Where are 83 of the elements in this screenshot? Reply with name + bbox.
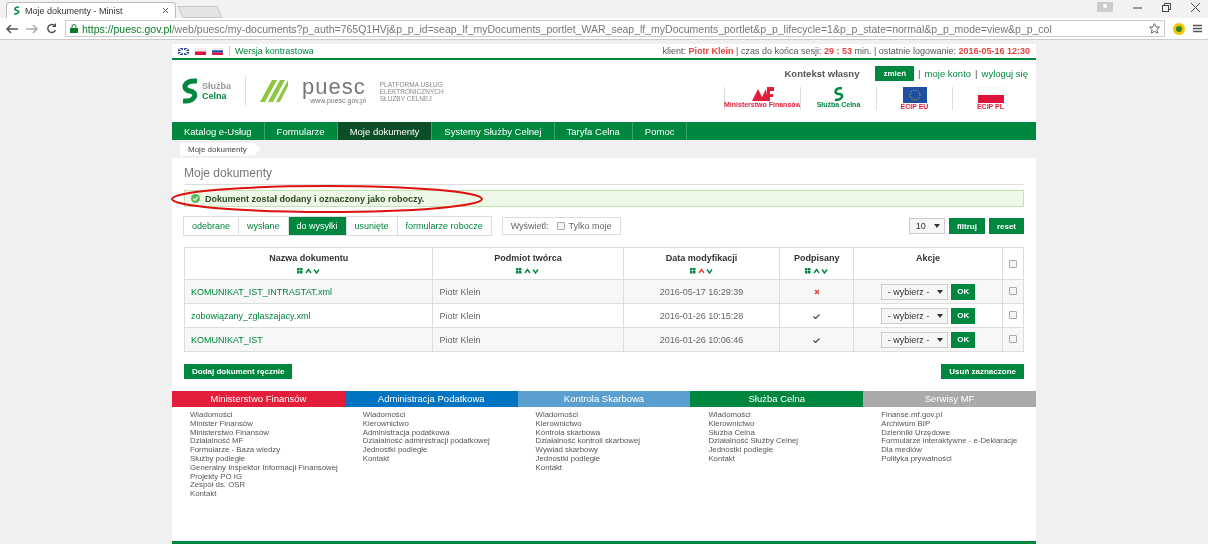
add-document-button[interactable]: Dodaj dokument ręcznie (184, 364, 293, 379)
menu-icon[interactable] (1193, 24, 1202, 33)
filter-button[interactable]: filtruj (948, 218, 985, 234)
filter-tab[interactable]: odebrane (183, 216, 240, 236)
table-cell: 2016-05-17 16:29:39 (659, 286, 744, 297)
caret-icon (937, 289, 944, 294)
separator: | (918, 68, 921, 79)
flag-icon (977, 87, 1004, 103)
url-text: https://puesc.gov.pl/web/puesc/my-documents?p_auth=765Q1HVj&p_p_id=seap_lf_myDocuments_portlet_WAR_seap_lf_myDocuments_portlet&p_p_lifecycle=1&p_p_state=normal&p_p_mode=view&p_p_col (82, 22, 1052, 35)
stripes-logo-icon (260, 80, 288, 102)
ok-button[interactable]: OK (951, 283, 976, 300)
caret-icon (937, 337, 944, 342)
row-checkbox[interactable] (1009, 310, 1017, 319)
logo-text: Służba Celna (202, 81, 231, 101)
nav-item[interactable]: Moje dokumenty (337, 122, 433, 140)
footer-heading[interactable]: Służba Celna (690, 391, 864, 407)
restore-icon[interactable] (1162, 2, 1171, 12)
action-select[interactable]: - wybierz - (880, 331, 949, 348)
close-icon[interactable] (162, 7, 169, 14)
checkbox-label: Tylko moje (568, 221, 612, 231)
flag-icon[interactable] (195, 47, 206, 55)
account-link[interactable]: moje konto (924, 68, 972, 79)
filter-tab[interactable]: formularze robocze (396, 216, 492, 236)
select-all-checkbox[interactable] (1009, 259, 1017, 268)
row-checkbox[interactable] (1009, 334, 1017, 343)
sort-icon[interactable] (804, 268, 829, 274)
ok-button[interactable]: OK (951, 331, 976, 348)
sort-icon[interactable] (296, 268, 321, 274)
reload-icon[interactable] (46, 23, 57, 34)
table-cell: 2016-01-26 10:15:28 (659, 310, 744, 321)
back-icon[interactable] (6, 23, 18, 34)
column-header: Data modyfikacji (664, 253, 739, 263)
column-header: Nazwa dokumentu (268, 253, 350, 263)
breadcrumb-item[interactable]: Moje dokumenty (180, 142, 261, 156)
column-header: Podmiot twórca (493, 253, 563, 263)
filter-tab[interactable]: usunięte (345, 216, 398, 236)
logo-icon (751, 87, 774, 101)
ok-button[interactable]: OK (951, 307, 976, 324)
star-icon[interactable] (1149, 23, 1160, 34)
contrast-link[interactable]: Wersja kontrastowa (229, 46, 314, 56)
logo-icon (13, 6, 21, 15)
close-icon[interactable] (1191, 2, 1200, 12)
sort-icon[interactable] (516, 268, 541, 274)
footer-heading[interactable]: Administracja Podatkowa (344, 391, 518, 407)
sort-icon[interactable] (689, 268, 714, 274)
lock-icon (70, 24, 78, 33)
check-circle-icon (191, 194, 200, 203)
flag-icon (902, 87, 927, 103)
action-select[interactable]: - wybierz - (880, 283, 949, 300)
caret-icon (933, 224, 940, 228)
filter-tab[interactable]: wysłane (238, 216, 289, 236)
browser-tab[interactable]: Moje dokumenty - Minist (6, 2, 176, 18)
table-cell: 2016-01-26 10:06:46 (659, 334, 744, 345)
logo-icon (831, 87, 846, 101)
reset-button[interactable]: reset (988, 218, 1024, 234)
table-cell: Piotr Klein (439, 286, 481, 297)
session-info: klient: Piotr Klein | czas do końca sesji: 29 : 53 min. | ostatnie logowanie: 2016-05-16 12:30 (662, 46, 1030, 56)
account-link[interactable]: wyloguj się (981, 68, 1028, 79)
separator: | (975, 68, 978, 79)
display-label: Wyświetl: (510, 221, 549, 231)
action-select[interactable]: - wybierz - (880, 307, 949, 324)
column-header: Podpisany (793, 253, 841, 263)
row-checkbox[interactable] (1009, 286, 1017, 295)
column-header: Akcje (915, 253, 942, 263)
flag-icon[interactable] (178, 47, 189, 55)
page-size-select[interactable]: 10 (908, 218, 945, 234)
footer-heading[interactable]: Ministerstwo Finansów (172, 391, 345, 407)
filter-tab[interactable]: do wysyłki (287, 216, 347, 236)
table-cell: Piotr Klein (439, 310, 481, 321)
tab-title: Moje dokumenty - Minist (25, 5, 123, 16)
caret-icon (937, 313, 944, 318)
flag-icon[interactable] (212, 47, 223, 55)
table-cell: Piotr Klein (439, 334, 481, 345)
page-title: Moje dokumenty (184, 164, 1024, 185)
change-button[interactable]: zmień (875, 66, 915, 81)
message-text: Dokument został dodany i oznaczony jako roboczy. (205, 193, 425, 204)
delete-selected-button[interactable]: Usuń zaznaczone (941, 364, 1024, 379)
document-link[interactable]: KOMUNIKAT_IST (191, 334, 263, 345)
context-label: Kontekst własny (784, 68, 860, 79)
extension-icon[interactable] (1173, 22, 1185, 35)
address-bar[interactable]: https://puesc.gov.pl/web/puesc/my-documents?p_auth=765Q1HVj&p_p_id=seap_lf_myDocuments_portlet_WAR_seap_lf_myDocuments_portlet&p_p_lifecycle=1&p_p_state=normal&p_p_mode=view&p_p_col (65, 20, 1165, 37)
checkbox[interactable] (556, 222, 565, 230)
logo-icon (180, 78, 200, 104)
